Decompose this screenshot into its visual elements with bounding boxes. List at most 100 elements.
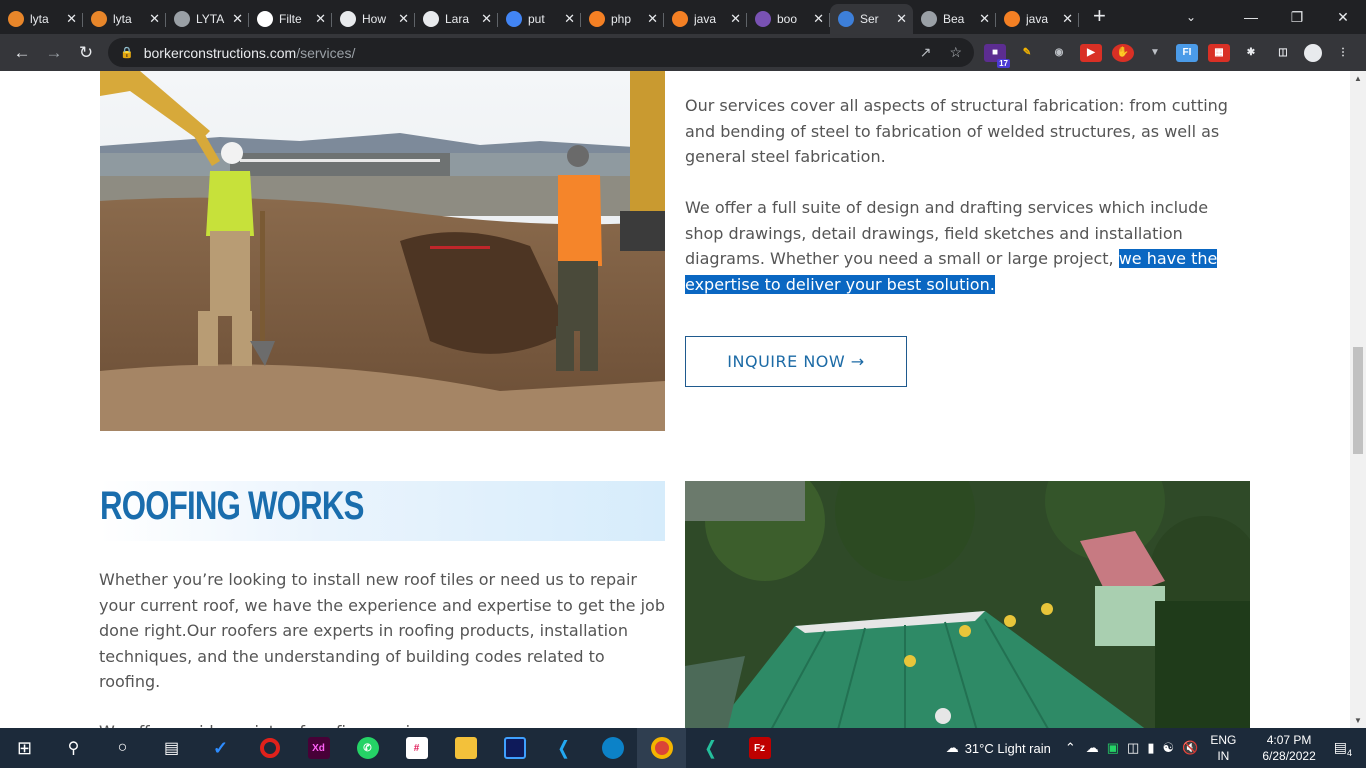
wifi-icon[interactable]: ☯ xyxy=(1163,740,1175,756)
scrollbar-thumb[interactable] xyxy=(1353,347,1363,454)
browser-tab[interactable]: java ✕ xyxy=(664,4,747,34)
weather-text[interactable]: 31°C Light rain xyxy=(965,741,1051,756)
tray-device-icon[interactable]: ◫ xyxy=(1127,740,1139,756)
close-tab-icon[interactable]: ✕ xyxy=(398,11,409,27)
slack-icon[interactable]: # xyxy=(392,728,441,768)
side-panel-icon[interactable]: ◫ xyxy=(1272,44,1294,62)
app-icon[interactable] xyxy=(490,728,539,768)
volume-muted-icon[interactable]: 🔇 xyxy=(1182,740,1198,756)
close-tab-icon[interactable]: ✕ xyxy=(149,11,160,27)
tab-search-icon[interactable]: ⌄ xyxy=(1168,10,1214,24)
close-tab-icon[interactable]: ✕ xyxy=(564,11,575,27)
search-icon[interactable]: ⚲ xyxy=(49,728,98,768)
forward-button[interactable]: → xyxy=(38,43,70,63)
tray-app-icon[interactable]: ▣ xyxy=(1107,740,1119,756)
globe-icon xyxy=(921,11,937,27)
stackoverflow-icon xyxy=(1004,11,1020,27)
fi-extension-icon[interactable]: FI xyxy=(1176,43,1198,62)
bookmark-star-icon[interactable]: ☆ xyxy=(949,44,962,61)
battery-icon[interactable]: ▮ xyxy=(1147,740,1154,756)
edge-icon[interactable] xyxy=(588,728,637,768)
filezilla-icon[interactable]: Fz xyxy=(735,728,784,768)
vscode-insiders-icon[interactable]: ❬ xyxy=(686,728,735,768)
extension-icon[interactable]: ■ 17 xyxy=(984,43,1010,68)
scroll-up-arrow-icon[interactable]: ▲ xyxy=(1354,74,1362,83)
browser-tab[interactable]: LYTA ✕ xyxy=(166,4,249,34)
close-tab-icon[interactable]: ✕ xyxy=(979,11,990,27)
close-tab-icon[interactable]: ✕ xyxy=(647,11,658,27)
whatsapp-icon[interactable]: ✆ xyxy=(343,728,392,768)
address-bar[interactable]: 🔒 borkerconstructions.com/services/ ↗ ☆ xyxy=(108,38,974,67)
browser-tab[interactable]: boo ✕ xyxy=(747,4,830,34)
inquire-now-button[interactable]: INQUIRE NOW → xyxy=(685,336,907,387)
grid-extension-icon[interactable]: ▦ xyxy=(1208,43,1230,62)
browser-tab[interactable]: php ✕ xyxy=(581,4,664,34)
sketch-app-icon[interactable]: ✓ xyxy=(196,728,245,768)
share-icon[interactable]: ↗ xyxy=(920,44,932,61)
task-view-icon[interactable]: ▤ xyxy=(147,728,196,768)
hand-extension-icon[interactable]: ✋ xyxy=(1112,43,1134,62)
vscode-icon[interactable]: ❬ xyxy=(539,728,588,768)
close-tab-icon[interactable]: ✕ xyxy=(813,11,824,27)
back-button[interactable]: ← xyxy=(6,43,38,63)
tab-title: lyta xyxy=(30,12,49,26)
tab-title: LYTA xyxy=(196,12,225,26)
new-tab-button[interactable]: + xyxy=(1093,3,1106,29)
close-tab-icon[interactable]: ✕ xyxy=(896,11,907,27)
browser-tab[interactable]: Bea ✕ xyxy=(913,4,996,34)
scroll-down-arrow-icon[interactable]: ▼ xyxy=(1354,716,1362,725)
lock-icon[interactable]: 🔒 xyxy=(120,46,134,59)
close-tab-icon[interactable]: ✕ xyxy=(481,11,492,27)
pen-extension-icon[interactable]: ✎ xyxy=(1016,44,1038,62)
v-extension-icon[interactable]: ▼ xyxy=(1144,44,1166,62)
restore-button[interactable]: ❐ xyxy=(1274,9,1320,26)
opera-icon[interactable] xyxy=(245,728,294,768)
clock-time: 4:07 PM xyxy=(1266,733,1312,747)
tab-list: lyta ✕ lyta ✕ LYTA ✕ Filte ✕ How ✕ Lara ✕ put ✕ php ✕ ja… xyxy=(0,0,1079,34)
onedrive-icon[interactable]: ☁ xyxy=(1086,740,1099,756)
language-indicator[interactable]: ENG IN xyxy=(1210,732,1236,764)
tab-title: java xyxy=(694,12,717,26)
browser-tab[interactable]: put ✕ xyxy=(498,4,581,34)
windows-start-icon[interactable]: ⊞ xyxy=(0,728,49,768)
browser-tab[interactable]: lyta ✕ xyxy=(83,4,166,34)
video-extension-icon[interactable]: ▶ xyxy=(1080,43,1102,62)
lytas-icon xyxy=(91,11,107,27)
minimize-button[interactable]: — xyxy=(1228,9,1274,25)
browser-tab[interactable]: Lara ✕ xyxy=(415,4,498,34)
browser-tab[interactable]: Filte ✕ xyxy=(249,4,332,34)
page-scrollbar[interactable]: ▲ ▼ xyxy=(1350,71,1366,728)
cortana-icon[interactable]: ○ xyxy=(98,728,147,768)
close-tab-icon[interactable]: ✕ xyxy=(315,11,326,27)
browser-tab-strip: lyta ✕ lyta ✕ LYTA ✕ Filte ✕ How ✕ Lara ✕ put ✕ php ✕ ja… xyxy=(0,0,1366,34)
menu-kebab-icon[interactable]: ⋮ xyxy=(1332,44,1354,62)
file-explorer-icon[interactable] xyxy=(441,728,490,768)
camera-extension-icon[interactable]: ◉ xyxy=(1048,44,1070,62)
google-icon xyxy=(506,11,522,27)
browser-tab[interactable]: java ✕ xyxy=(996,4,1079,34)
structural-paragraph-2: We offer a full suite of design and draf… xyxy=(685,195,1250,297)
clock[interactable]: 4:07 PM 6/28/2022 xyxy=(1262,732,1315,764)
profile-avatar[interactable] xyxy=(1304,43,1322,62)
close-window-button[interactable]: ✕ xyxy=(1320,9,1366,26)
browser-tab[interactable]: How ✕ xyxy=(332,4,415,34)
close-tab-icon[interactable]: ✕ xyxy=(232,11,243,27)
browser-tab[interactable]: lyta ✕ xyxy=(0,4,83,34)
browser-tab[interactable]: Ser ✕ xyxy=(830,4,913,34)
structural-paragraph-1: Our services cover all aspects of struct… xyxy=(685,96,1228,166)
dots-icon xyxy=(423,11,439,27)
notifications-icon[interactable]: ▤4 xyxy=(1334,739,1352,758)
tab-title: Filte xyxy=(279,12,302,26)
weather-icon[interactable]: ☁ xyxy=(946,740,959,756)
close-tab-icon[interactable]: ✕ xyxy=(730,11,741,27)
adobe-xd-icon[interactable]: Xd xyxy=(294,728,343,768)
show-hidden-icons-icon[interactable]: ⌃ xyxy=(1065,740,1076,756)
puzzle-extensions-icon[interactable]: ✱ xyxy=(1240,44,1262,62)
bootstrap-icon xyxy=(755,11,771,27)
close-tab-icon[interactable]: ✕ xyxy=(66,11,77,27)
reload-button[interactable]: ↻ xyxy=(70,43,102,63)
chrome-icon[interactable] xyxy=(637,728,686,768)
close-tab-icon[interactable]: ✕ xyxy=(1062,11,1073,27)
window-controls: ⌄ — ❐ ✕ xyxy=(1186,0,1366,34)
tab-title: Bea xyxy=(943,12,965,26)
